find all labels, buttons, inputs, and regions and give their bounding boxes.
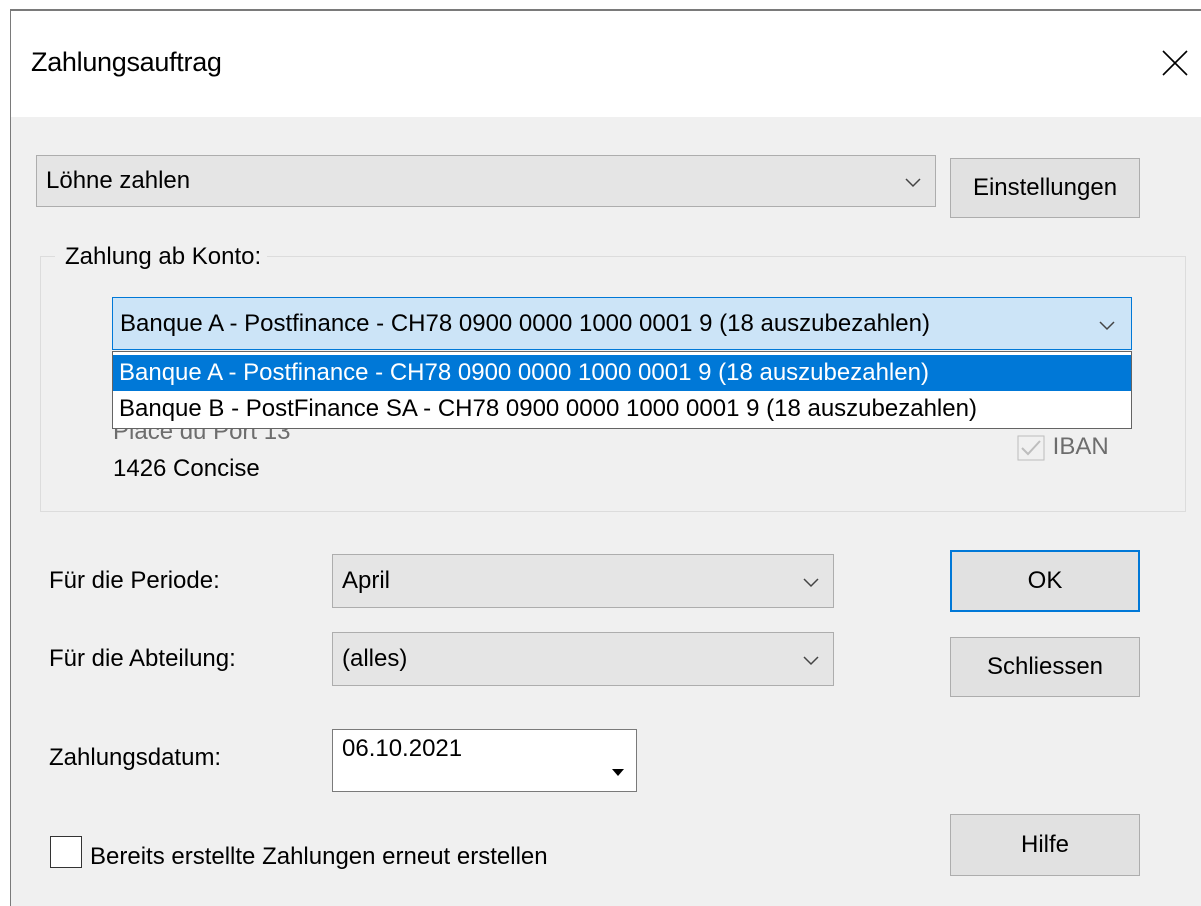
mode-select-value: Löhne zahlen [46, 167, 191, 194]
account-dropdown-list: Banque A - Postfinance - CH78 0900 0000 … [112, 351, 1132, 429]
chevron-down-icon [1099, 310, 1115, 338]
dialog-window: Zahlungsauftrag Löhne zahlen Einstellung… [10, 10, 1201, 906]
account-option[interactable]: Banque B - PostFinance SA - CH78 0900 00… [113, 391, 1131, 427]
chevron-down-icon [803, 645, 819, 673]
recreate-checkbox[interactable] [50, 836, 82, 868]
background-strip [0, 0, 1201, 10]
mode-select[interactable]: Löhne zahlen [36, 155, 936, 207]
iban-checkbox: IBAN [1016, 433, 1109, 462]
check-icon [1016, 434, 1046, 462]
settings-button[interactable]: Einstellungen [950, 158, 1140, 218]
department-select-value: (alles) [342, 645, 408, 672]
department-select[interactable]: (alles) [332, 632, 834, 686]
chevron-down-icon [905, 167, 921, 195]
account-select[interactable]: Banque A - Postfinance - CH78 0900 0000 … [112, 297, 1132, 350]
department-label: Für die Abteilung: [49, 645, 236, 672]
dialog-title: Zahlungsauftrag [31, 47, 222, 77]
payment-date-picker[interactable]: 06.10.2021 [332, 729, 637, 792]
recreate-checkbox-label[interactable]: Bereits erstellte Zahlungen erneut erste… [90, 843, 548, 871]
period-label: Für die Periode: [49, 567, 220, 594]
account-group-label: Zahlung ab Konto: [55, 243, 268, 271]
close-icon[interactable] [1149, 37, 1201, 89]
payment-date-label: Zahlungsdatum: [49, 744, 222, 771]
account-option-selected[interactable]: Banque A - Postfinance - CH78 0900 0000 … [113, 355, 1131, 391]
help-button[interactable]: Hilfe [950, 814, 1140, 876]
iban-label: IBAN [1052, 433, 1109, 460]
close-button[interactable]: Schliessen [950, 637, 1140, 697]
title-bar: Zahlungsauftrag [11, 11, 1201, 117]
period-select[interactable]: April [332, 554, 834, 608]
dropdown-arrow-icon[interactable] [612, 756, 624, 784]
period-select-value: April [342, 567, 391, 594]
payment-date-value: 06.10.2021 [342, 735, 463, 762]
ok-button[interactable]: OK [950, 550, 1140, 612]
chevron-down-icon [803, 567, 819, 595]
address-line-2: 1426 Concise [113, 455, 260, 482]
account-select-value: Banque A - Postfinance - CH78 0900 0000 … [120, 309, 930, 337]
